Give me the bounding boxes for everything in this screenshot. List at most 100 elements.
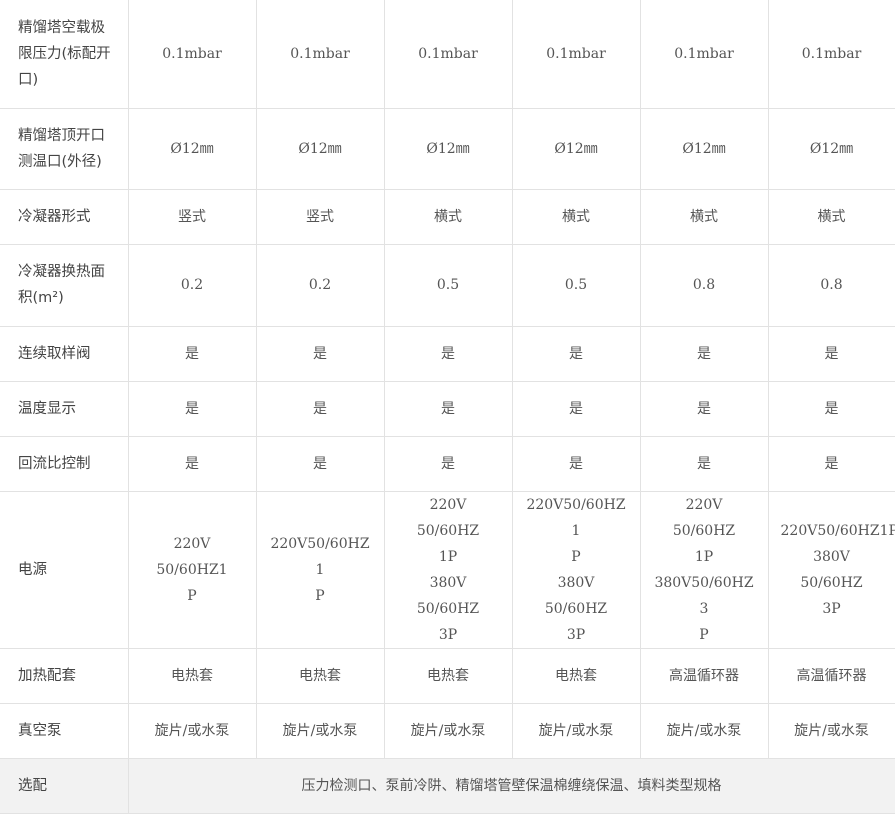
cell-value: 竖式 (255, 188, 385, 245)
cell-value: 0.2 (255, 243, 385, 327)
power-line: P (315, 587, 325, 604)
row-label: 真空泵 (0, 702, 129, 759)
cell-value: 220V50/60HZ1P 380V 50/60HZ 3P (767, 490, 895, 649)
row-label: 加热配套 (0, 647, 129, 704)
cell-value: 0.8 (767, 243, 895, 327)
row-label: 连续取样阀 (0, 325, 129, 382)
row-reflux-control: 回流比控制 是 是 是 是 是 是 (0, 435, 895, 492)
cell-value: 横式 (767, 188, 895, 245)
cell-value: 220V 50/60HZ 1P 380V50/60HZ 3 P (639, 490, 769, 649)
cell-value: Ø12㎜ (255, 107, 385, 190)
power-line: P (699, 626, 709, 643)
cell-value: 是 (511, 380, 641, 437)
power-line: 220V 50/60HZ (672, 496, 736, 539)
cell-value: 电热套 (383, 647, 513, 704)
cell-value: 0.5 (511, 243, 641, 327)
row-temperature-port: 精馏塔顶开口测温口(外径) Ø12㎜ Ø12㎜ Ø12㎜ Ø12㎜ Ø12㎜ Ø… (0, 107, 895, 190)
cell-value: 旋片/或水泵 (255, 702, 385, 759)
cell-value: 是 (511, 435, 641, 492)
cell-value: 旋片/或水泵 (639, 702, 769, 759)
cell-value: 高温循环器 (767, 647, 895, 704)
cell-value: 是 (127, 435, 257, 492)
cell-value: 是 (127, 380, 257, 437)
power-line: 220V50/60HZ1P (780, 522, 895, 539)
row-condenser-type: 冷凝器形式 竖式 竖式 横式 横式 横式 横式 (0, 188, 895, 245)
cell-value: 旋片/或水泵 (767, 702, 895, 759)
cell-value: 0.1mbar (767, 0, 895, 109)
cell-value: 0.1mbar (383, 0, 513, 109)
cell-value: 0.1mbar (511, 0, 641, 109)
cell-value: 0.1mbar (639, 0, 769, 109)
cell-value: 是 (127, 325, 257, 382)
row-sampling-valve: 连续取样阀 是 是 是 是 是 是 (0, 325, 895, 382)
power-line: 1P (438, 548, 458, 565)
cell-value: 是 (255, 380, 385, 437)
cell-value: 旋片/或水泵 (383, 702, 513, 759)
options-value: 压力检测口、泵前冷阱、精馏塔管壁保温棉缠绕保温、填料类型规格 (127, 757, 895, 814)
power-line: 380V 50/60HZ (544, 574, 608, 617)
cell-value: 旋片/或水泵 (511, 702, 641, 759)
cell-value: Ø12㎜ (639, 107, 769, 190)
row-label: 冷凝器形式 (0, 188, 129, 245)
spec-table: 精馏塔空载极限压力(标配开口) 0.1mbar 0.1mbar 0.1mbar … (0, 0, 895, 814)
cell-value: 是 (767, 435, 895, 492)
cell-value: 是 (383, 325, 513, 382)
cell-value: 0.2 (127, 243, 257, 327)
row-options: 选配 压力检测口、泵前冷阱、精馏塔管壁保温棉缠绕保温、填料类型规格 (0, 757, 895, 814)
power-line: 3P (566, 626, 586, 643)
power-line: P (571, 548, 581, 565)
cell-value: 0.8 (639, 243, 769, 327)
cell-value: 是 (767, 325, 895, 382)
row-label: 电源 (0, 490, 129, 649)
row-heating: 加热配套 电热套 电热套 电热套 电热套 高温循环器 高温循环器 (0, 647, 895, 704)
row-label: 温度显示 (0, 380, 129, 437)
row-ultimate-pressure: 精馏塔空载极限压力(标配开口) 0.1mbar 0.1mbar 0.1mbar … (0, 0, 895, 109)
cell-value: 0.1mbar (127, 0, 257, 109)
cell-value: 横式 (639, 188, 769, 245)
cell-value: 是 (255, 435, 385, 492)
power-line: 3P (438, 626, 458, 643)
row-vacuum-pump: 真空泵 旋片/或水泵 旋片/或水泵 旋片/或水泵 旋片/或水泵 旋片/或水泵 旋… (0, 702, 895, 759)
cell-value: 横式 (383, 188, 513, 245)
cell-value: 高温循环器 (639, 647, 769, 704)
power-line: 1P (694, 548, 714, 565)
cell-value: 220V 50/60HZ1 P (127, 490, 257, 649)
row-condenser-area: 冷凝器换热面积(m²) 0.2 0.2 0.5 0.5 0.8 0.8 (0, 243, 895, 327)
cell-value: 220V 50/60HZ 1P 380V 50/60HZ 3P (383, 490, 513, 649)
row-label: 冷凝器换热面积(m²) (0, 243, 129, 327)
row-label: 回流比控制 (0, 435, 129, 492)
row-temperature-display: 温度显示 是 是 是 是 是 是 (0, 380, 895, 437)
cell-value: 是 (639, 380, 769, 437)
cell-value: 是 (255, 325, 385, 382)
cell-value: 是 (639, 325, 769, 382)
power-line: 380V 50/60HZ (416, 574, 480, 617)
cell-value: 220V50/60HZ 1 P 380V 50/60HZ 3P (511, 490, 641, 649)
cell-value: 电热套 (255, 647, 385, 704)
row-label: 精馏塔空载极限压力(标配开口) (0, 0, 129, 109)
row-label: 精馏塔顶开口测温口(外径) (0, 107, 129, 190)
power-line: 380V50/60HZ 3 (654, 574, 754, 617)
cell-value: 是 (383, 435, 513, 492)
cell-value: 旋片/或水泵 (127, 702, 257, 759)
power-line: 220V50/60HZ 1 (270, 535, 370, 578)
cell-value: 0.1mbar (255, 0, 385, 109)
cell-value: 竖式 (127, 188, 257, 245)
cell-value: 横式 (511, 188, 641, 245)
power-line: P (187, 587, 197, 604)
cell-value: 0.5 (383, 243, 513, 327)
cell-value: 是 (383, 380, 513, 437)
row-label: 选配 (0, 757, 129, 814)
cell-value: 是 (767, 380, 895, 437)
cell-value: 电热套 (511, 647, 641, 704)
power-line: 220V 50/60HZ1 (156, 535, 228, 578)
power-line: 220V50/60HZ 1 (526, 496, 626, 539)
cell-value: 电热套 (127, 647, 257, 704)
cell-value: 是 (639, 435, 769, 492)
cell-value: Ø12㎜ (383, 107, 513, 190)
cell-value: Ø12㎜ (127, 107, 257, 190)
row-power-supply: 电源 220V 50/60HZ1 P 220V50/60HZ 1 P 220V … (0, 490, 895, 649)
cell-value: Ø12㎜ (767, 107, 895, 190)
power-line: 380V 50/60HZ (800, 548, 863, 591)
power-line: 220V 50/60HZ (416, 496, 480, 539)
power-line: 3P (822, 600, 841, 617)
